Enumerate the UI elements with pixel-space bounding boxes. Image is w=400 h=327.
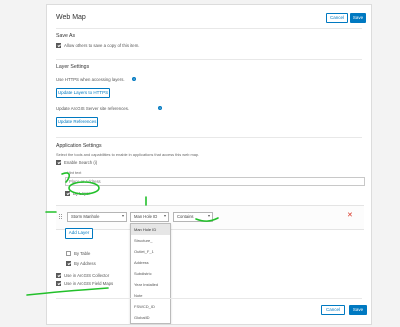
dropdown-option[interactable]: Address (131, 257, 170, 268)
divider (56, 137, 362, 138)
by-address-checkbox[interactable] (66, 261, 71, 266)
hint-text-input[interactable]: Place or Address (65, 177, 365, 186)
divider (56, 298, 362, 299)
field-select[interactable]: Man Hole ID ▾ (130, 212, 169, 222)
update-https-button[interactable]: Update Layers to HTTPS (56, 88, 110, 98)
chevron-down-icon: ▾ (163, 213, 166, 218)
dropdown-option[interactable]: GlobalID (131, 312, 170, 323)
save-as-heading: Save As (56, 33, 76, 39)
drag-handle-icon[interactable] (59, 214, 63, 220)
by-layer-label: By Layer (73, 191, 90, 196)
field-select-value: Man Hole ID (134, 214, 158, 219)
dropdown-option[interactable]: Outlet_F_1 (131, 246, 170, 257)
update-refs-label: Update ArcGIS Server site references. (56, 106, 130, 111)
application-settings-description: Select the tools and capabilities to ena… (56, 152, 200, 157)
header-cancel-button[interactable]: Cancel (326, 13, 348, 23)
update-references-button[interactable]: Update References (56, 117, 98, 127)
dropdown-option[interactable]: Year Installed (131, 279, 170, 290)
add-layer-button[interactable]: Add Layer (65, 228, 93, 239)
by-layer-checkbox[interactable] (65, 191, 70, 196)
https-label: Use HTTPS when accessing layers. (56, 77, 125, 82)
web-map-settings-panel: Web Map Cancel Save Save As Allow others… (46, 4, 372, 325)
match-select[interactable]: Contains ▾ (173, 212, 213, 222)
page-title: Web Map (56, 14, 86, 21)
footer-save-button[interactable]: Save (349, 305, 367, 315)
layer-select-value: Storm Manhole (71, 214, 100, 219)
divider (56, 59, 362, 60)
match-select-value: Contains (177, 214, 194, 219)
use-in-field-maps-checkbox[interactable] (56, 281, 61, 286)
by-table-label: By Table (74, 251, 91, 256)
divider (56, 28, 362, 29)
application-settings-heading: Application Settings (56, 143, 102, 149)
hint-text-label: Hint text (67, 170, 82, 175)
dropdown-option[interactable]: Note (131, 290, 170, 301)
dropdown-option[interactable]: Man Hole ID (131, 224, 170, 235)
header-save-button[interactable]: Save (350, 13, 366, 23)
use-in-collector-checkbox[interactable] (56, 273, 61, 278)
by-table-checkbox[interactable] (66, 251, 71, 256)
layer-settings-heading: Layer Settings (56, 64, 90, 70)
enable-search-checkbox[interactable] (56, 160, 61, 165)
use-in-collector-label: Use in ArcGIS Collector (64, 273, 110, 278)
enable-search-label: Enable Search (i) (64, 160, 98, 165)
by-address-label: By Address (74, 261, 96, 266)
field-dropdown-menu: Man Hole ID Structure_ Outlet_F_1 Addres… (130, 223, 171, 324)
close-icon[interactable]: ✕ (347, 212, 353, 219)
dropdown-option[interactable]: Subdistric (131, 268, 170, 279)
dropdown-option[interactable]: FSWCD_ID (131, 301, 170, 312)
info-icon[interactable]: i (158, 106, 162, 110)
chevron-down-icon: ▾ (121, 213, 124, 218)
chevron-down-icon: ▾ (207, 213, 210, 218)
allow-copy-label: Allow others to save a copy of this item… (64, 43, 140, 48)
allow-copy-checkbox[interactable] (56, 43, 61, 48)
footer-cancel-button[interactable]: Cancel (321, 305, 345, 315)
dropdown-option[interactable]: Structure_ (131, 235, 170, 246)
layer-select[interactable]: Storm Manhole ▾ (67, 212, 127, 222)
use-in-field-maps-label: Use in ArcGIS Field Maps (64, 281, 114, 286)
info-icon[interactable]: i (132, 77, 136, 81)
